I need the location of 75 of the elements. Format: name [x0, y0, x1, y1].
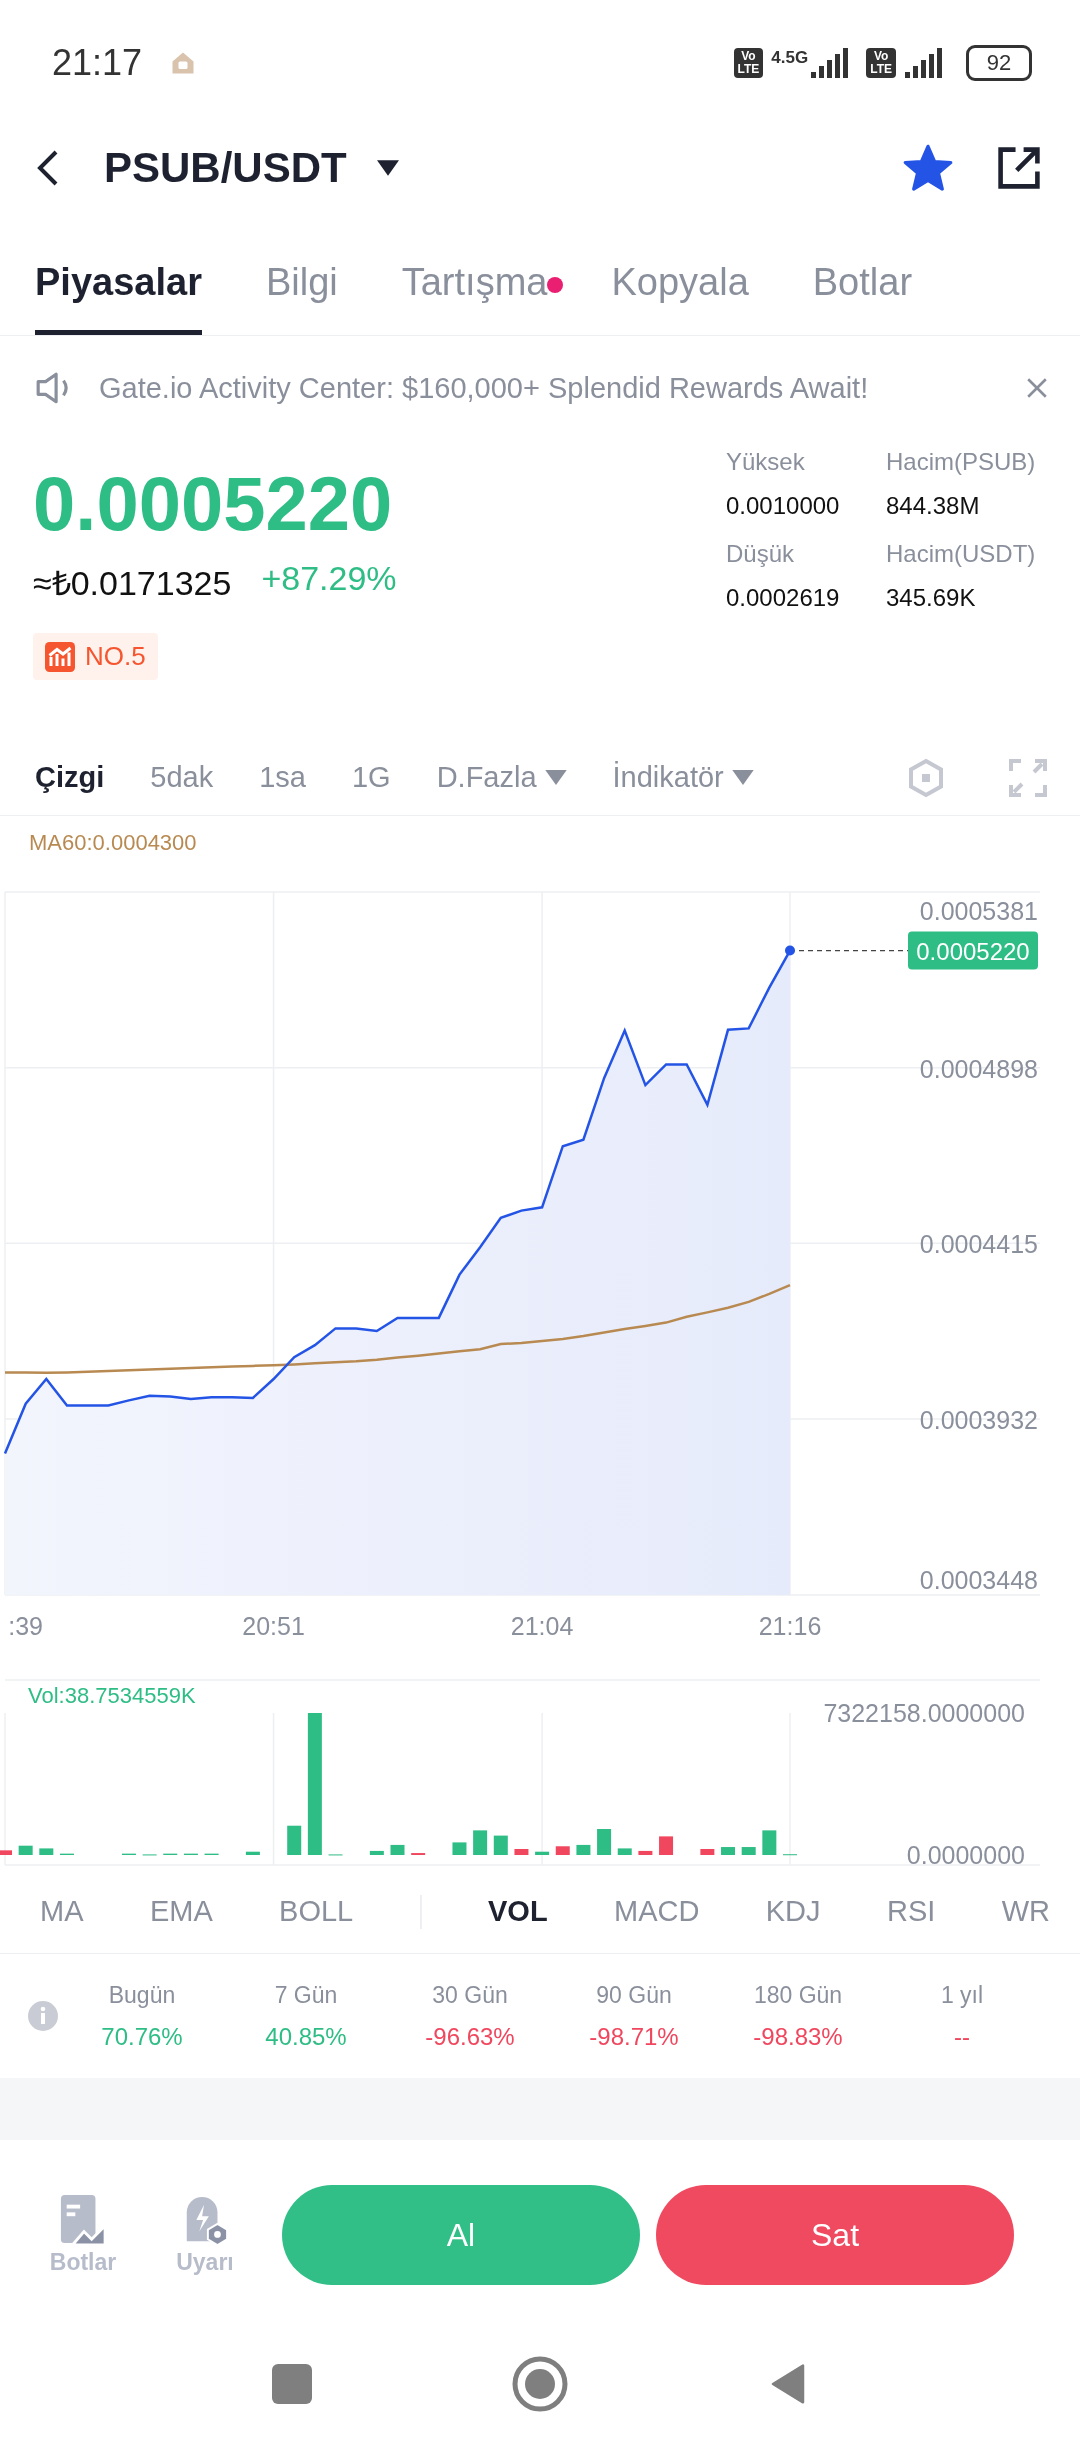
network-type: 4.5G: [771, 48, 809, 68]
indicator-tab[interactable]: RSI: [886, 1895, 936, 1928]
period-change: 40.85%: [265, 2022, 347, 2051]
pair-title[interactable]: PSUB/USDT: [104, 143, 347, 192]
interval-tab[interactable]: Çizgi: [35, 761, 105, 794]
tab[interactable]: Bilgi: [265, 261, 338, 335]
interval-tab[interactable]: İndikatör: [612, 761, 754, 794]
home-icon[interactable]: [512, 2356, 568, 2412]
period-change: 70.76%: [101, 2022, 183, 2051]
indicator-tab[interactable]: EMA: [149, 1895, 213, 1928]
ma-label: MA60:0.0004300: [29, 830, 197, 856]
shortcut-button[interactable]: Uyarı: [160, 2194, 250, 2276]
period-change: -98.71%: [589, 2022, 679, 2051]
stat-label: Yüksek: [726, 448, 806, 476]
interval-tab[interactable]: 5dak: [150, 761, 214, 794]
indicator-tab[interactable]: WR: [1001, 1895, 1050, 1928]
y-axis-label: 0.0003932: [919, 1406, 1038, 1434]
period-change: -98.83%: [753, 2022, 843, 2051]
period-label: 90 Gün: [596, 1981, 672, 2009]
stat-label: Hacim(PSUB): [886, 448, 1037, 476]
period-label: 1 yıl: [940, 1981, 984, 2009]
interval-tab[interactable]: D.Fazla: [436, 761, 567, 794]
y-axis-label: 0.0000000: [906, 1841, 1025, 1869]
indicator-tab[interactable]: BOLL: [279, 1895, 354, 1928]
chart-document-icon: [59, 2194, 107, 2247]
announcement-text[interactable]: Gate.io Activity Center: $160,000+ Splendid Rewards Await!: [99, 371, 869, 405]
last-point: [785, 945, 795, 956]
price-change: +87.29%: [261, 559, 397, 599]
period-label: 180 Gün: [753, 1981, 843, 2009]
price-tag: 0.0005220: [908, 931, 1038, 970]
period-change: --: [954, 2022, 970, 2051]
y-axis-label: 0.0003448: [919, 1566, 1038, 1594]
stat-value: 844.38M: [886, 492, 981, 520]
volume-label: Vol:38.7534559K: [28, 1683, 196, 1708]
last-price: 0.0005220: [33, 460, 393, 547]
tab[interactable]: Kopyala: [611, 261, 749, 335]
sell-button[interactable]: Sat: [656, 2185, 1014, 2285]
indicator-tab[interactable]: KDJ: [765, 1895, 821, 1928]
caret-icon[interactable]: [376, 159, 399, 176]
stat-value: 0.0002619: [726, 584, 841, 612]
interval-tab[interactable]: 1sa: [259, 761, 306, 794]
shortcut-button[interactable]: Botlar: [38, 2194, 128, 2276]
indicator-tab[interactable]: MACD: [614, 1895, 700, 1928]
tab[interactable]: Piyasalar: [35, 261, 202, 335]
x-axis-label: 21:16: [758, 1612, 822, 1640]
period-label: 7 Gün: [274, 1981, 338, 2009]
close-icon[interactable]: [1026, 377, 1048, 399]
period-change: -96.63%: [425, 2022, 515, 2051]
y-axis-label: 0.0005381: [919, 897, 1038, 925]
volte-badge: Vo LTE: [866, 47, 896, 78]
battery-icon: 92: [966, 44, 1032, 81]
buy-button[interactable]: Al: [282, 2185, 640, 2285]
chart-icon: [45, 641, 75, 672]
stat-label: Düşük: [726, 540, 796, 568]
tab[interactable]: Botlar: [812, 261, 913, 335]
y-axis-label: 0.0004898: [919, 1054, 1038, 1083]
stat-value: 0.0010000: [726, 492, 841, 520]
fiat-price: ≈₺0.0171325: [33, 563, 232, 604]
status-time: 21:17: [52, 41, 143, 84]
y-axis-label: 0.0004415: [919, 1230, 1038, 1259]
period-label: Bugün: [108, 1981, 176, 2009]
indicator-tab[interactable]: VOL: [488, 1895, 548, 1928]
x-axis-label: 21:04: [510, 1612, 574, 1640]
x-axis-label: :39: [8, 1612, 44, 1640]
stat-label: Hacim(USDT): [886, 540, 1037, 568]
tab[interactable]: Tartışma: [401, 261, 548, 335]
x-axis-label: 20:51: [242, 1612, 305, 1640]
indicator-tab[interactable]: MA: [40, 1895, 84, 1928]
rank-badge[interactable]: NO.5: [33, 633, 158, 680]
share-icon[interactable]: [996, 144, 1042, 191]
period-label: 30 Gün: [432, 1981, 508, 2009]
y-axis-label: 7322158.0000000: [823, 1699, 1025, 1727]
volte-badge: Vo LTE: [733, 47, 764, 78]
stat-value: 345.69K: [886, 584, 977, 612]
interval-tab[interactable]: 1G: [351, 761, 391, 794]
